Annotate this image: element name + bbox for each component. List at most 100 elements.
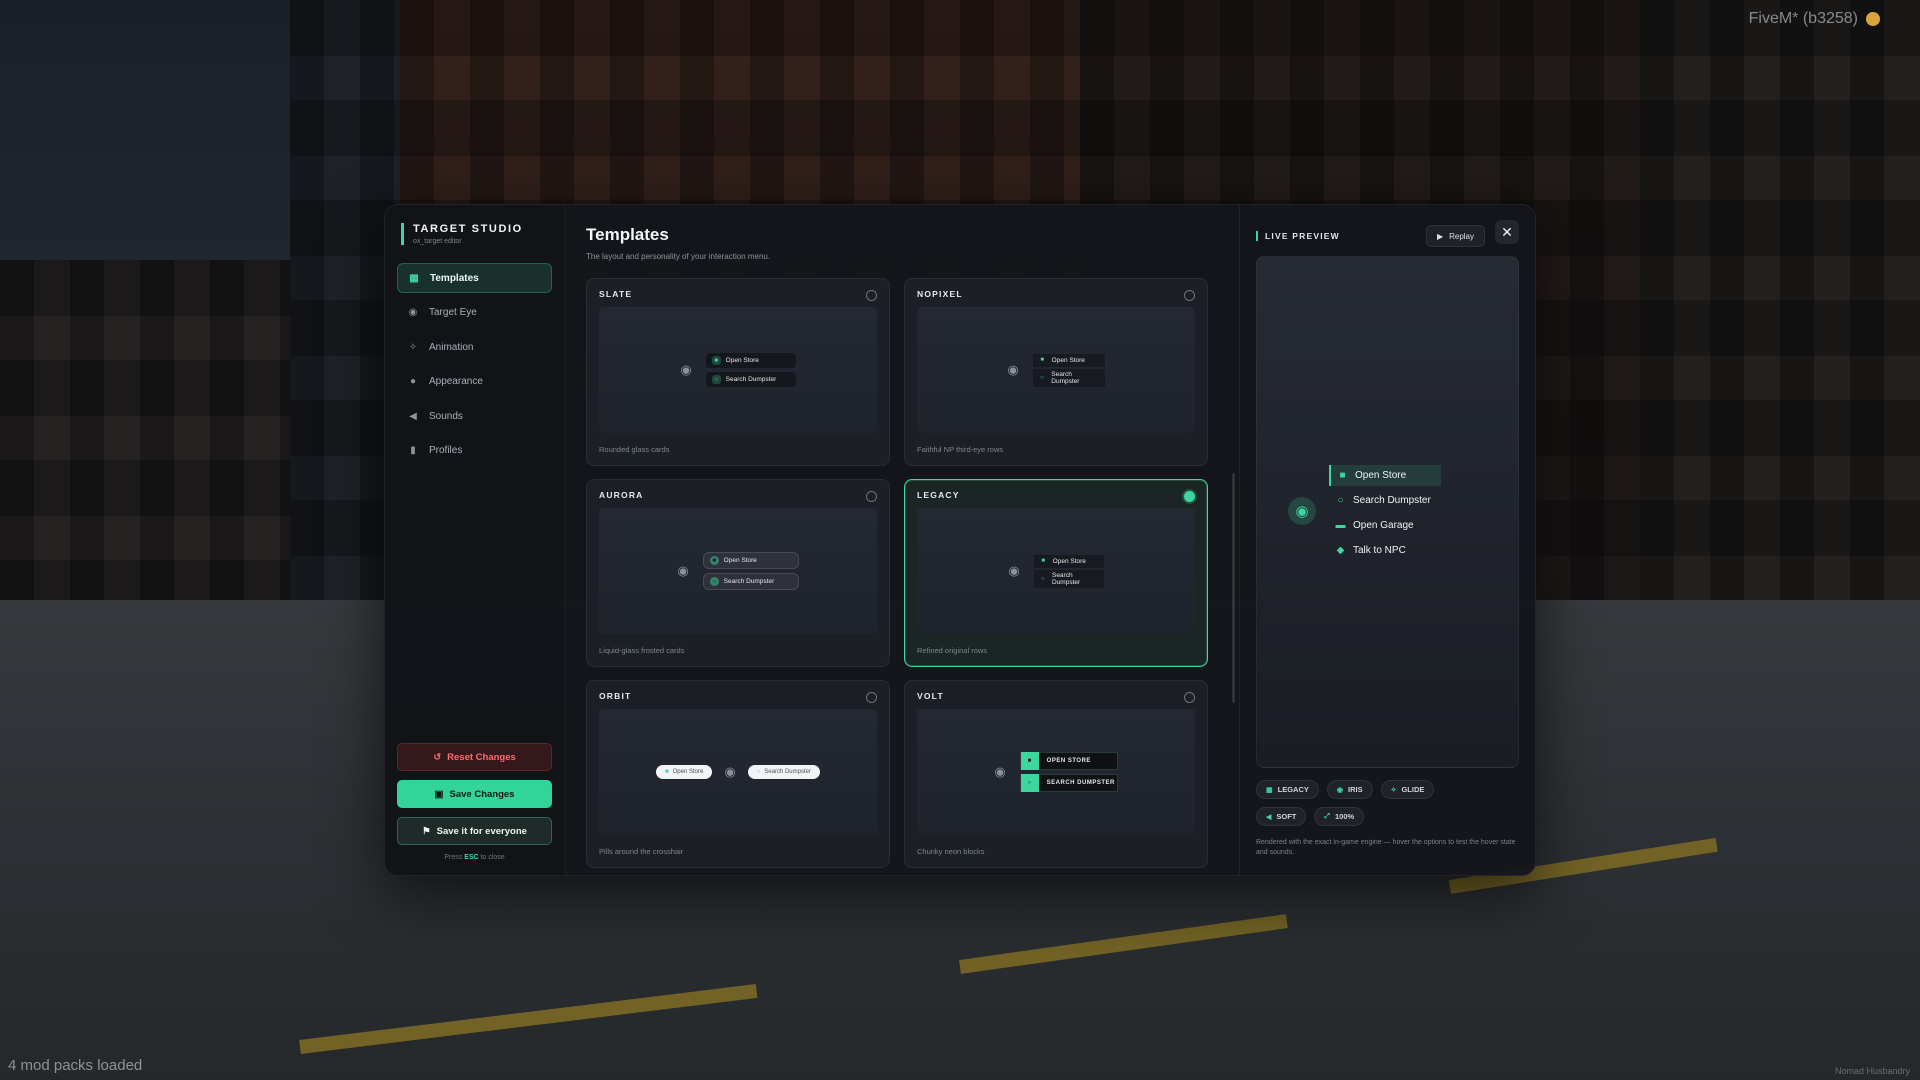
preview-row: ○ Search Dumpster — [1032, 368, 1105, 387]
brand-subtitle: ox_target editor — [413, 238, 462, 245]
sidebar-item-label: Target Eye — [429, 307, 477, 318]
scrollbar[interactable] — [1232, 473, 1235, 703]
esc-hint-pre: Press — [444, 854, 463, 861]
template-grid: SLATE ◉ ■ Open Store ○ Search Dumpster Rou… — [586, 278, 1225, 868]
card-preview: ◉ ■ Open Store ○ Search Dumpster — [917, 508, 1195, 634]
radio-button[interactable] — [1184, 692, 1195, 703]
esc-hint: Press ESC to close — [397, 854, 552, 861]
live-preview-panel: LIVE PREVIEW ▶ Replay ✕ ◉ ■ Open Store ○ S… — [1239, 205, 1535, 875]
chip-iris[interactable]: ◉ IRIS — [1326, 780, 1373, 799]
preview-row: ■ Open Store — [705, 353, 796, 368]
preview-label: Search Dumpster — [723, 578, 775, 585]
save-label: Save Changes — [449, 788, 515, 800]
preview-label: Search Dumpster — [1051, 571, 1081, 586]
store-icon: ■ — [711, 356, 721, 365]
template-card-legacy[interactable]: LEGACY ◉ ■ Open Store ○ Search Dumpster Re… — [904, 479, 1208, 667]
radio-button[interactable] — [866, 290, 877, 301]
templates-panel: Templates The layout and personality of … — [565, 205, 1239, 875]
card-description: Refined original rows — [917, 646, 988, 655]
target-eye-icon: ◉ — [1288, 497, 1316, 525]
preview-option[interactable]: ■ Open Store — [1329, 465, 1441, 486]
preview-option[interactable]: ○ Search Dumpster — [1329, 490, 1441, 511]
close-button[interactable]: ✕ — [1495, 220, 1519, 244]
card-description: Liquid-glass frosted cards — [599, 646, 685, 655]
save-icon: ▣ — [434, 788, 444, 800]
brand: TARGET STUDIO ox_target editor — [401, 223, 552, 245]
speaker-icon: ◀ — [409, 410, 417, 422]
chip-label: LEGACY — [1277, 785, 1309, 794]
preview-pill: ○ Search Dumpster — [747, 765, 820, 779]
build-text: FiveM* (b3258) — [1748, 10, 1858, 27]
save-for-everyone-button[interactable]: ⚑ Save it for everyone — [397, 817, 552, 845]
card-preview: ◉ ■ Open Store ○ Search Dumpster — [599, 307, 877, 433]
sidebar-item-label: Profiles — [429, 445, 463, 456]
chip-scale[interactable]: ⤢ 100% — [1314, 807, 1365, 826]
store-icon: ■ — [1041, 558, 1045, 564]
option-label: Talk to NPC — [1353, 545, 1406, 556]
preview-option-list: ■ Open Store ○ Search Dumpster ▬ Open Garag… — [1329, 465, 1441, 561]
option-label: Search Dumpster — [1353, 495, 1431, 506]
card-preview: ■ Open Store ◉ ○ Search Dumpster — [599, 709, 877, 835]
eye-icon: ◉ — [1008, 563, 1020, 578]
eye-icon: ◉ — [408, 307, 418, 318]
brand-title: TARGET STUDIO — [413, 223, 523, 235]
preview-label: Open Store — [1052, 557, 1086, 565]
play-icon: ▶ — [1436, 231, 1444, 241]
save-changes-button[interactable]: ▣ Save Changes — [397, 780, 552, 808]
live-preview-note: Rendered with the exact in-game engine —… — [1256, 839, 1516, 857]
preview-row: ■ Open Store — [702, 552, 799, 569]
chip-legacy[interactable]: ▦ LEGACY — [1256, 780, 1319, 799]
chip-label: 100% — [1335, 812, 1355, 821]
eye-icon: ◉ — [677, 563, 689, 578]
sparkle-icon: ✧ — [1390, 786, 1397, 794]
chip-label: SOFT — [1276, 812, 1297, 821]
chip-label: IRIS — [1348, 785, 1363, 794]
template-card-aurora[interactable]: AURORA ◉ ■ Open Store ○ Search Dumpster Li… — [586, 479, 890, 667]
sparkle-icon: ✧ — [408, 341, 418, 353]
chip-glide[interactable]: ✧ GLIDE — [1380, 780, 1435, 799]
sidebar-item-target-eye[interactable]: ◉ Target Eye — [397, 298, 552, 328]
sidebar-item-animation[interactable]: ✧ Animation — [397, 332, 552, 362]
preview-row: ■ Open Store — [1033, 554, 1104, 568]
preview-row: ○ Search Dumpster — [705, 372, 796, 387]
card-description: Faithful NP third-eye rows — [917, 445, 1004, 454]
chip-label: GLIDE — [1401, 785, 1425, 794]
card-name: SLATE — [599, 289, 633, 299]
template-card-orbit[interactable]: ORBIT ■ Open Store ◉ ○ Search Dumpster Pil… — [586, 680, 890, 868]
reset-changes-button[interactable]: ↺ Reset Changes — [397, 743, 552, 771]
chat-icon: ◆ — [1336, 545, 1345, 556]
grid-icon: ▦ — [1266, 786, 1273, 794]
replay-button[interactable]: ▶ Replay — [1425, 225, 1485, 247]
radio-button[interactable] — [866, 491, 877, 502]
palette-icon: ● — [409, 376, 417, 387]
template-card-slate[interactable]: SLATE ◉ ■ Open Store ○ Search Dumpster Rou… — [586, 278, 890, 466]
card-description: Chunky neon blocks — [917, 847, 985, 856]
template-card-volt[interactable]: VOLT ◉ ■ OPEN STORE ○ SEARCH DUMPSTER Chun… — [904, 680, 1208, 868]
fivem-logo-icon — [1866, 12, 1880, 26]
sidebar-item-profiles[interactable]: ▮ Profiles — [397, 436, 552, 466]
preview-option[interactable]: ◆ Talk to NPC — [1329, 540, 1441, 561]
sidebar-item-sounds[interactable]: ◀ Sounds — [397, 401, 552, 431]
preview-option[interactable]: ▬ Open Garage — [1329, 515, 1441, 536]
eye-icon: ◉ — [1007, 362, 1019, 377]
undo-icon: ↺ — [433, 751, 442, 763]
sidebar-item-appearance[interactable]: ● Appearance — [397, 367, 552, 397]
chip-soft[interactable]: ◀ SOFT — [1256, 807, 1307, 826]
preview-label: Search Dumpster — [1051, 370, 1080, 385]
card-name: ORBIT — [599, 691, 632, 701]
preview-label: Open Store — [672, 769, 704, 775]
car-icon: ▬ — [1335, 520, 1346, 531]
store-icon: ■ — [709, 556, 719, 565]
radio-button-selected[interactable] — [1184, 491, 1195, 502]
radio-button[interactable] — [1184, 290, 1195, 301]
sidebar-item-templates[interactable]: ▦ Templates — [397, 263, 552, 293]
template-card-nopixel[interactable]: NOPIXEL ◉ ■ Open Store ○ Search Dumpster F… — [904, 278, 1208, 466]
bookmark-icon: ▮ — [410, 445, 416, 456]
preview-row: ■ Open Store — [1032, 353, 1105, 367]
grid-icon: ▦ — [409, 272, 419, 284]
preset-chips: ▦ LEGACY ◉ IRIS ✧ GLIDE ◀ SOFT ⤢ 100% — [1256, 780, 1476, 826]
replay-label: Replay — [1449, 231, 1474, 241]
card-description: Pills around the crosshair — [599, 847, 684, 856]
page-title: Templates — [586, 225, 669, 244]
radio-button[interactable] — [866, 692, 877, 703]
